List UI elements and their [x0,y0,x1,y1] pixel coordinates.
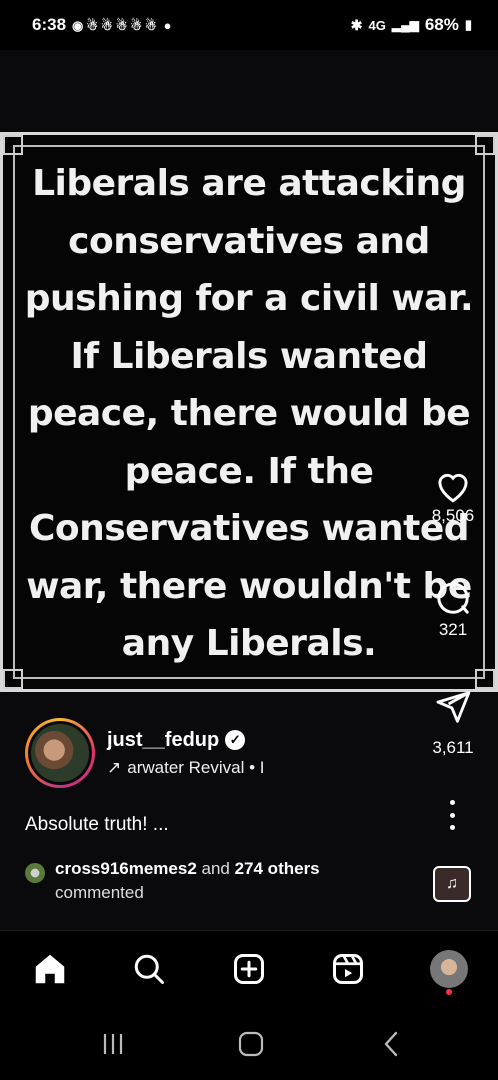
recent-apps-icon[interactable] [100,1030,126,1058]
nav-home[interactable] [30,949,70,989]
nav-create[interactable] [229,949,269,989]
battery-icon: ▮ [464,17,472,32]
comment-suffix: commented [55,883,144,902]
username-row: just__fedup ✓ [107,729,265,752]
verified-badge-icon: ✓ [225,730,246,750]
plus-square-icon [234,954,264,984]
nav-profile[interactable] [429,949,469,989]
snapchat-icon: ☃ [145,17,157,33]
system-nav-bar [0,1008,498,1080]
snapchat-icon: ☃ [101,17,113,33]
comment-count: 321 [438,620,468,639]
audio-link[interactable]: ↗ arwater Revival • I [107,758,265,778]
status-bar: 6:38 ◉ ☃ ☃ ☃ ☃ ☃ ● ✱ 4G ▂▄▆ 68% ▮ [0,0,498,50]
author-info: just__fedup ✓ ↗ arwater Revival • I [25,718,265,788]
send-icon [436,691,471,723]
status-left: 6:38 ◉ ☃ ☃ ☃ ☃ ☃ ● [32,15,172,35]
network-type: 4G [368,17,386,33]
arrow-up-right-icon: ↗ [107,757,122,777]
messenger-icon: ◉ [72,17,84,33]
audio-title: arwater Revival • I [127,757,265,777]
commenter-avatar [25,863,45,883]
post-caption[interactable]: Absolute truth! ... [25,814,169,836]
comment-summary-text: cross916memes2 and 274 others commented [55,857,320,905]
notification-icons: ◉ ☃ ☃ ☃ ☃ ☃ ● [72,19,171,32]
back-icon[interactable] [380,1030,402,1058]
status-right: ✱ 4G ▂▄▆ 68% ▮ [351,15,472,35]
author-avatar[interactable] [25,718,95,788]
nav-reels[interactable] [328,949,368,989]
comment-user: cross916memes2 [55,859,197,878]
profile-avatar [430,950,468,988]
frame-corner [475,135,495,155]
username[interactable]: just__fedup [107,729,219,752]
notification-dot [446,989,452,995]
audio-thumbnail[interactable]: ♫ [433,866,471,902]
snapchat-icon: ☃ [115,17,128,33]
heart-icon [438,473,468,503]
bottom-nav [0,930,498,1008]
more-notifications-dot: ● [163,17,172,33]
comment-button[interactable]: 321 [408,578,498,640]
reels-icon [333,954,363,984]
bluetooth-icon: ✱ [350,16,363,33]
music-note-icon: ♫ [446,875,458,892]
avatar-photo [28,721,92,785]
comment-others: 274 others [234,859,320,878]
comment-icon [437,582,469,614]
home-icon [35,954,65,984]
frame-corner [3,135,23,155]
share-count: 3,611 [432,738,474,757]
battery-level: 68% [424,15,459,34]
snapchat-icon: ☃ [86,17,99,33]
home-button-icon[interactable] [237,1030,265,1058]
signal-icon: ▂▄▆ [391,18,419,32]
comment-and: and [196,859,235,878]
author-meta: just__fedup ✓ ↗ arwater Revival • I [107,729,265,778]
snapchat-icon: ☃ [130,17,142,33]
like-count: 8,506 [431,506,475,525]
more-vertical-icon[interactable] [440,800,464,830]
like-button[interactable]: 8,506 [408,468,498,526]
clock: 6:38 [32,15,67,34]
search-icon [134,954,164,984]
nav-search[interactable] [129,949,169,989]
comment-summary[interactable]: cross916memes2 and 274 others commented [25,857,320,905]
share-button[interactable]: 3,611 [408,688,498,758]
